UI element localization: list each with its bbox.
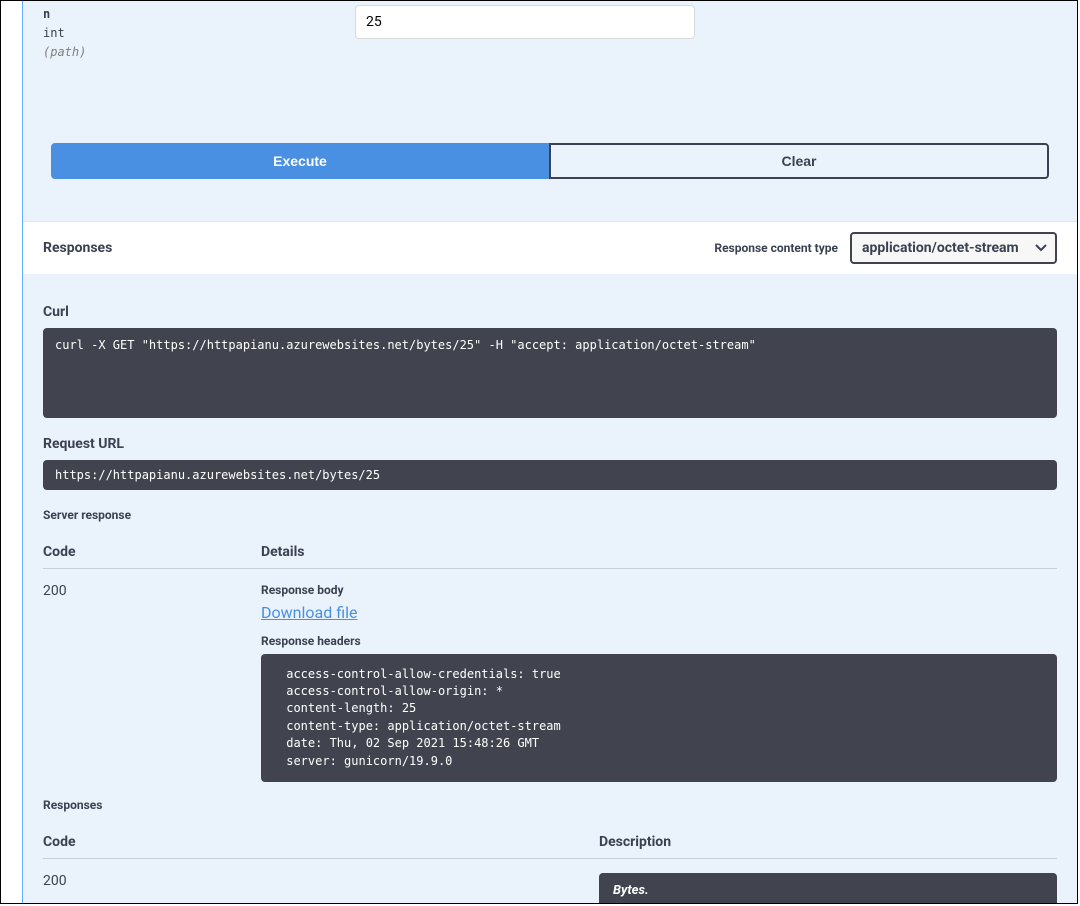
content-type-wrap: Response content type application/octet-… [714,232,1057,264]
parameter-input-wrap [355,5,695,63]
response-headers: access-control-allow-credentials: true a… [261,654,1057,782]
details-header: Details [261,544,1057,560]
response-details: Response body Download file Response hea… [261,583,1057,782]
curl-label: Curl [43,304,1057,320]
code-header: Code [43,544,261,560]
swagger-screenshot: n int (path) Execute Clear Responses Res… [0,0,1078,904]
def-desc-header: Description [599,834,1057,850]
responses-title: Responses [43,240,112,256]
def-code-header: Code [43,834,599,850]
response-code: 200 [43,583,261,599]
response-headers-label: Response headers [261,634,1057,648]
operation-panel: n int (path) Execute Clear Responses Res… [22,1,1077,903]
parameter-in: (path) [43,43,355,62]
request-url-label: Request URL [43,436,1057,452]
execute-button[interactable]: Execute [51,143,549,179]
server-response-label: Server response [43,508,1057,522]
content-type-select[interactable]: application/octet-stream [850,232,1057,264]
server-response-table: Code Details 200 Response body Download … [43,530,1057,782]
parameter-row: n int (path) [43,1,1057,63]
responses-body: Curl curl -X GET "https://httpapianu.azu… [23,274,1077,904]
content-type-select-wrap: application/octet-stream [850,232,1057,264]
responses-def-label: Responses [43,798,1057,812]
download-file-link[interactable]: Download file [261,603,357,622]
def-code: 200 [43,873,599,889]
content-type-label: Response content type [714,241,838,255]
curl-command: curl -X GET "https://httpapianu.azureweb… [43,328,1057,418]
parameter-name: n [43,5,355,24]
request-url-value: https://httpapianu.azurewebsites.net/byt… [43,460,1057,490]
responses-def-table: Code Description 200 Bytes. [43,820,1057,904]
response-body-label: Response body [261,583,1057,597]
parameter-type: int [43,24,355,43]
responses-def-row: 200 Bytes. [43,859,1057,904]
def-description: Bytes. [599,873,1057,904]
parameter-input[interactable] [355,5,695,39]
parameters-section: n int (path) Execute Clear [23,1,1077,199]
server-response-head: Code Details [43,530,1057,569]
server-response-row: 200 Response body Download file Response… [43,569,1057,782]
responses-def-head: Code Description [43,820,1057,859]
def-desc-wrap: Bytes. [599,873,1057,904]
parameter-meta: n int (path) [43,5,355,63]
responses-header: Responses Response content type applicat… [23,221,1077,274]
action-buttons: Execute Clear [43,143,1057,179]
clear-button[interactable]: Clear [549,143,1049,179]
